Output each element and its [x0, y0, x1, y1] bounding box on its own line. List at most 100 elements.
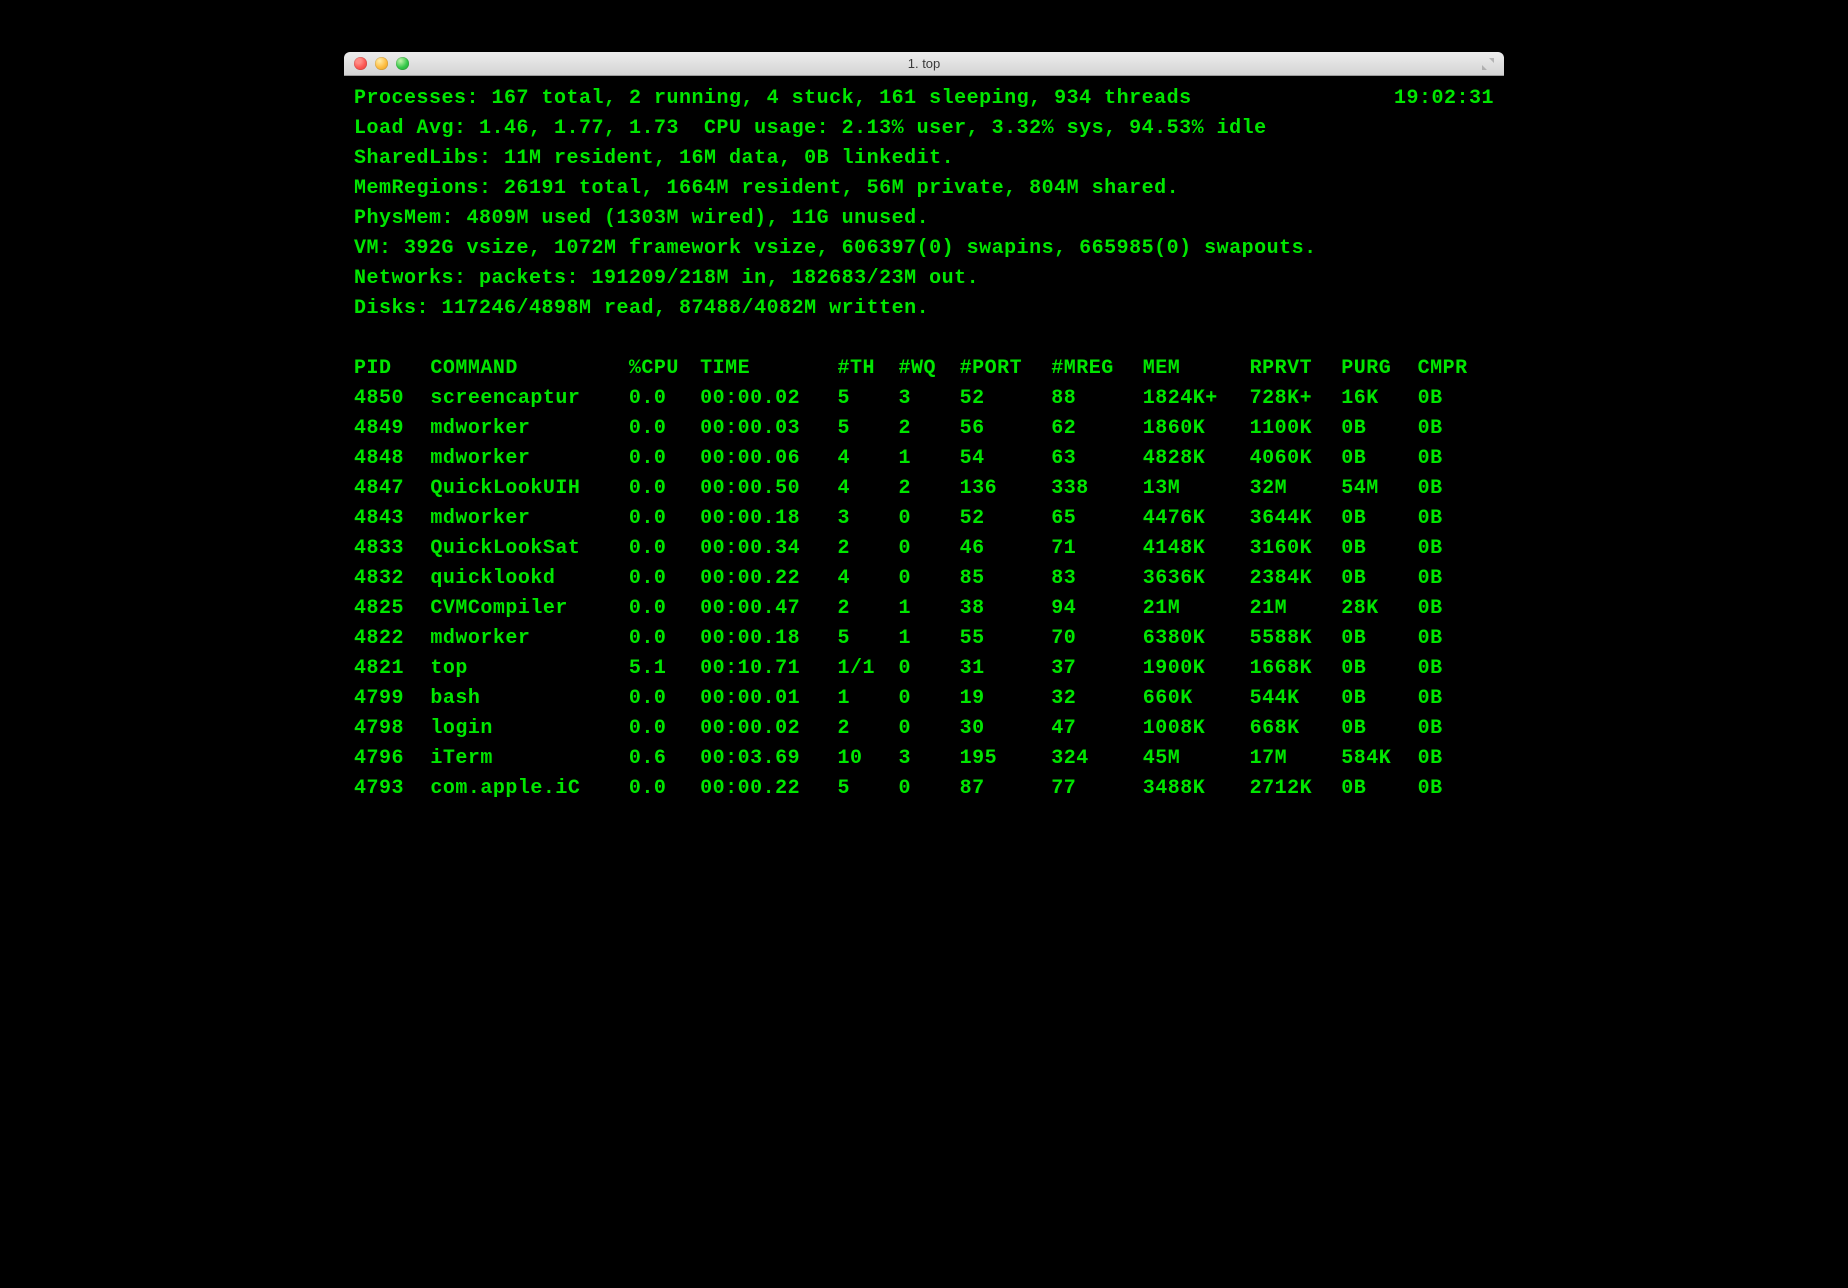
col-cmpr: CMPR [1418, 354, 1494, 384]
cell-rprvt: 17M [1250, 744, 1342, 774]
cell-mem: 3488K [1143, 774, 1250, 804]
cell-th: 5 [837, 414, 898, 444]
cell-cpu: 0.0 [629, 534, 700, 564]
cell-port: 85 [960, 564, 1052, 594]
cell-cmpr: 0B [1418, 474, 1494, 504]
cell-th: 3 [837, 504, 898, 534]
cell-command: mdworker [430, 444, 629, 474]
minimize-icon[interactable] [375, 57, 388, 70]
cell-mreg: 47 [1051, 714, 1143, 744]
cell-time: 00:00.03 [700, 414, 837, 444]
cell-mreg: 71 [1051, 534, 1143, 564]
title-bar[interactable]: 1. top [344, 52, 1504, 76]
table-row: 4793com.apple.iC0.000:00.225087773488K27… [354, 774, 1494, 804]
cell-purg: 0B [1341, 414, 1417, 444]
cell-mem: 1008K [1143, 714, 1250, 744]
cell-port: 56 [960, 414, 1052, 444]
cell-mreg: 62 [1051, 414, 1143, 444]
cell-command: screencaptur [430, 384, 629, 414]
zoom-icon[interactable] [396, 57, 409, 70]
cell-wq: 2 [899, 474, 960, 504]
cell-purg: 0B [1341, 624, 1417, 654]
cell-time: 00:00.34 [700, 534, 837, 564]
cell-port: 195 [960, 744, 1052, 774]
cell-pid: 4825 [354, 594, 430, 624]
cell-wq: 0 [899, 534, 960, 564]
fullscreen-icon[interactable] [1480, 56, 1496, 72]
cell-port: 55 [960, 624, 1052, 654]
cell-port: 19 [960, 684, 1052, 714]
vm-line: VM: 392G vsize, 1072M framework vsize, 6… [354, 234, 1494, 264]
col-mem: MEM [1143, 354, 1250, 384]
cell-command: CVMCompiler [430, 594, 629, 624]
cell-mem: 21M [1143, 594, 1250, 624]
cell-rprvt: 3160K [1250, 534, 1342, 564]
cell-wq: 2 [899, 414, 960, 444]
cell-cmpr: 0B [1418, 684, 1494, 714]
terminal-output[interactable]: Processes: 167 total, 2 running, 4 stuck… [344, 76, 1504, 916]
table-row: 4821top5.100:10.711/1031371900K1668K0B0B [354, 654, 1494, 684]
cell-mem: 6380K [1143, 624, 1250, 654]
cell-mem: 13M [1143, 474, 1250, 504]
cell-command: top [430, 654, 629, 684]
cell-cpu: 0.0 [629, 774, 700, 804]
table-row: 4822mdworker0.000:00.185155706380K5588K0… [354, 624, 1494, 654]
cell-time: 00:00.01 [700, 684, 837, 714]
load-cpu-line: Load Avg: 1.46, 1.77, 1.73 CPU usage: 2.… [354, 114, 1494, 144]
cell-mreg: 338 [1051, 474, 1143, 504]
cell-mreg: 94 [1051, 594, 1143, 624]
cell-cmpr: 0B [1418, 564, 1494, 594]
cell-cpu: 0.0 [629, 714, 700, 744]
cell-mem: 3636K [1143, 564, 1250, 594]
cell-mreg: 65 [1051, 504, 1143, 534]
cell-th: 2 [837, 714, 898, 744]
cell-mreg: 324 [1051, 744, 1143, 774]
cell-rprvt: 32M [1250, 474, 1342, 504]
cell-rprvt: 2384K [1250, 564, 1342, 594]
cell-cmpr: 0B [1418, 714, 1494, 744]
cell-th: 4 [837, 474, 898, 504]
col-port: #PORT [960, 354, 1052, 384]
cell-th: 4 [837, 564, 898, 594]
cell-pid: 4822 [354, 624, 430, 654]
cell-rprvt: 668K [1250, 714, 1342, 744]
cell-port: 136 [960, 474, 1052, 504]
cell-wq: 1 [899, 594, 960, 624]
window-title: 1. top [344, 52, 1504, 76]
cell-rprvt: 4060K [1250, 444, 1342, 474]
cell-rprvt: 3644K [1250, 504, 1342, 534]
table-row: 4832quicklookd0.000:00.224085833636K2384… [354, 564, 1494, 594]
close-icon[interactable] [354, 57, 367, 70]
cell-cmpr: 0B [1418, 384, 1494, 414]
col-command: COMMAND [430, 354, 629, 384]
cell-th: 5 [837, 624, 898, 654]
cell-purg: 0B [1341, 534, 1417, 564]
networks-line: Networks: packets: 191209/218M in, 18268… [354, 264, 1494, 294]
cell-port: 87 [960, 774, 1052, 804]
table-row: 4799bash0.000:00.01101932660K544K0B0B [354, 684, 1494, 714]
cell-command: quicklookd [430, 564, 629, 594]
cell-command: login [430, 714, 629, 744]
col-pid: PID [354, 354, 430, 384]
cell-cmpr: 0B [1418, 534, 1494, 564]
processes-line: Processes: 167 total, 2 running, 4 stuck… [354, 84, 1192, 114]
cell-command: mdworker [430, 624, 629, 654]
table-row: 4843mdworker0.000:00.183052654476K3644K0… [354, 504, 1494, 534]
table-row: 4798login0.000:00.022030471008K668K0B0B [354, 714, 1494, 744]
physmem-line: PhysMem: 4809M used (1303M wired), 11G u… [354, 204, 1494, 234]
cell-cmpr: 0B [1418, 744, 1494, 774]
cell-mem: 1900K [1143, 654, 1250, 684]
cell-cmpr: 0B [1418, 414, 1494, 444]
cell-purg: 16K [1341, 384, 1417, 414]
cell-wq: 0 [899, 504, 960, 534]
memregions-line: MemRegions: 26191 total, 1664M resident,… [354, 174, 1494, 204]
cell-time: 00:00.18 [700, 624, 837, 654]
table-row: 4850screencaptur0.000:00.025352881824K+7… [354, 384, 1494, 414]
cell-mreg: 32 [1051, 684, 1143, 714]
table-row: 4796iTerm0.600:03.6910319532445M17M584K0… [354, 744, 1494, 774]
cell-time: 00:00.02 [700, 714, 837, 744]
disks-line: Disks: 117246/4898M read, 87488/4082M wr… [354, 294, 1494, 324]
col-wq: #WQ [899, 354, 960, 384]
cell-command: bash [430, 684, 629, 714]
cell-wq: 0 [899, 684, 960, 714]
